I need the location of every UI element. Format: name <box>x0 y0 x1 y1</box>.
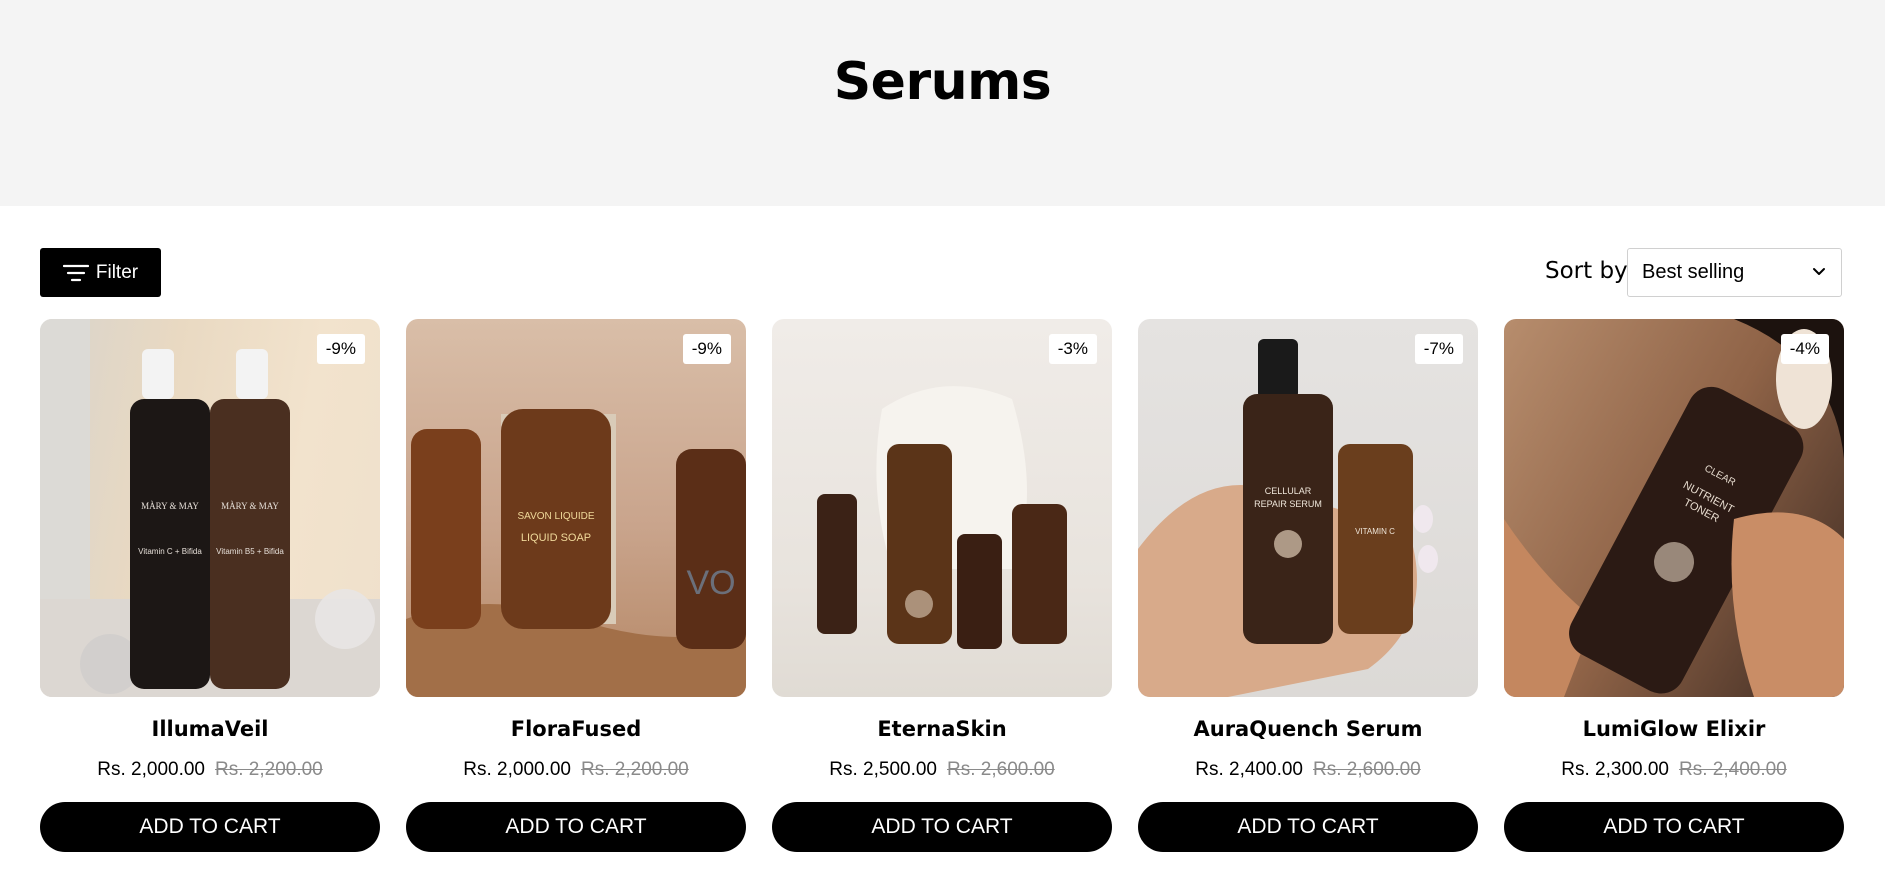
product-price: Rs. 2,000.00 <box>97 759 205 780</box>
product-image[interactable]: SAVON LIQUIDE LIQUID SOAP VO -9% <box>406 319 746 697</box>
page-title: Serums <box>833 52 1052 112</box>
product-card[interactable]: SAVON LIQUIDE LIQUID SOAP VO -9% FloraFu… <box>406 319 746 852</box>
product-name[interactable]: FloraFused <box>406 717 746 741</box>
product-card[interactable]: CLEAR NUTRIENT TONER -4% LumiGlow Elixir… <box>1504 319 1844 852</box>
discount-badge: -4% <box>1780 334 1829 364</box>
product-compare-price: Rs. 2,200.00 <box>581 759 689 780</box>
bottle-label-3: VITAMIN C <box>1355 527 1395 536</box>
product-photo-illustration: MÀRY & MAY Vitamin C + Bifida MÀRY & MAY… <box>40 319 380 697</box>
product-name[interactable]: AuraQuench Serum <box>1138 717 1478 741</box>
product-photo-illustration: SAVON LIQUIDE LIQUID SOAP VO <box>406 409 746 697</box>
discount-badge: -9% <box>682 334 731 364</box>
product-name[interactable]: IllumaVeil <box>40 717 380 741</box>
product-card[interactable]: -3% EternaSkin Rs. 2,500.00 Rs. 2,600.00 … <box>772 319 1112 852</box>
product-card[interactable]: MÀRY & MAY Vitamin C + Bifida MÀRY & MAY… <box>40 319 380 852</box>
product-prices: Rs. 2,500.00 Rs. 2,600.00 <box>772 759 1112 781</box>
product-image[interactable]: CELLULAR REPAIR SERUM VITAMIN C -7% <box>1138 319 1478 697</box>
product-photo-illustration <box>817 386 1067 649</box>
product-name[interactable]: LumiGlow Elixir <box>1504 717 1844 741</box>
chevron-down-icon <box>1813 268 1825 275</box>
filter-icon <box>62 264 89 281</box>
product-prices: Rs. 2,000.00 Rs. 2,200.00 <box>406 759 746 781</box>
product-compare-price: Rs. 2,200.00 <box>215 759 323 780</box>
product-image[interactable]: -3% <box>772 319 1112 697</box>
product-image[interactable]: CLEAR NUTRIENT TONER -4% <box>1504 319 1844 697</box>
sort-select[interactable]: Best selling <box>1627 248 1842 297</box>
add-to-cart-button[interactable]: ADD TO CART <box>1504 802 1844 852</box>
add-to-cart-button[interactable]: ADD TO CART <box>772 802 1112 852</box>
sort-label: Sort by <box>1545 258 1628 284</box>
product-price: Rs. 2,400.00 <box>1195 759 1303 780</box>
product-name[interactable]: EternaSkin <box>772 717 1112 741</box>
bottle-brand-1: MÀRY & MAY <box>141 501 199 511</box>
bottle-label-1: Vitamin C + Bifida <box>138 547 202 556</box>
discount-badge: -7% <box>1414 334 1463 364</box>
add-to-cart-button[interactable]: ADD TO CART <box>1138 802 1478 852</box>
add-to-cart-button[interactable]: ADD TO CART <box>40 802 380 852</box>
product-photo-illustration: CELLULAR REPAIR SERUM VITAMIN C <box>1138 339 1438 697</box>
product-photo-illustration: CLEAR NUTRIENT TONER <box>1504 319 1844 697</box>
product-price: Rs. 2,000.00 <box>463 759 571 780</box>
product-image[interactable]: MÀRY & MAY Vitamin C + Bifida MÀRY & MAY… <box>40 319 380 697</box>
discount-badge: -3% <box>1048 334 1097 364</box>
product-compare-price: Rs. 2,600.00 <box>1313 759 1421 780</box>
product-prices: Rs. 2,000.00 Rs. 2,200.00 <box>40 759 380 781</box>
product-card[interactable]: CELLULAR REPAIR SERUM VITAMIN C -7% Aura… <box>1138 319 1478 852</box>
bottle-label-1: CELLULAR <box>1265 486 1312 496</box>
product-compare-price: Rs. 2,400.00 <box>1679 759 1787 780</box>
product-prices: Rs. 2,300.00 Rs. 2,400.00 <box>1504 759 1844 781</box>
bottle-brand-2: MÀRY & MAY <box>221 501 279 511</box>
discount-badge: -9% <box>316 334 365 364</box>
product-compare-price: Rs. 2,600.00 <box>947 759 1055 780</box>
product-price: Rs. 2,500.00 <box>829 759 937 780</box>
bottle-label-2: Vitamin B5 + Bifida <box>216 547 284 556</box>
bottle-label-3: VO <box>686 564 735 602</box>
product-price: Rs. 2,300.00 <box>1561 759 1669 780</box>
collection-hero: Serums <box>0 0 1885 206</box>
product-prices: Rs. 2,400.00 Rs. 2,600.00 <box>1138 759 1478 781</box>
bottle-label-2: LIQUID SOAP <box>521 532 591 544</box>
filter-button[interactable]: Filter <box>40 248 161 297</box>
filter-label: Filter <box>95 261 139 283</box>
sort-value: Best selling <box>1642 261 1745 283</box>
bottle-label-1: SAVON LIQUIDE <box>517 511 594 522</box>
bottle-label-2: REPAIR SERUM <box>1254 499 1322 509</box>
add-to-cart-button[interactable]: ADD TO CART <box>406 802 746 852</box>
